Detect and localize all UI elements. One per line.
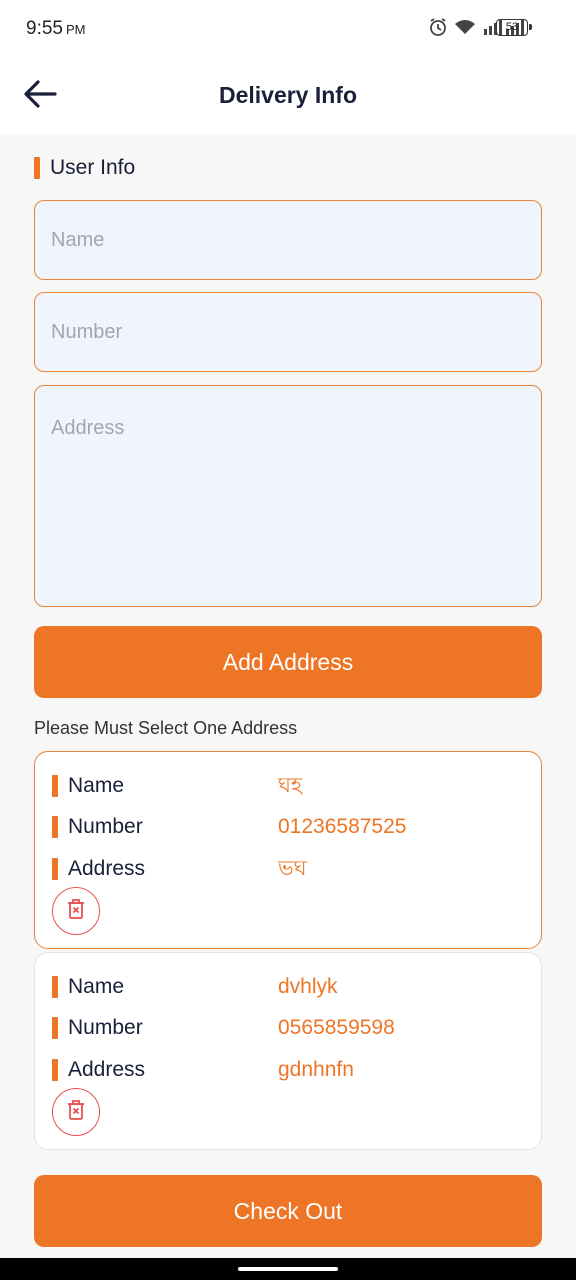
- address-value: ভঘ: [278, 856, 307, 880]
- address-address-row: Address gdnhnfn: [52, 1056, 354, 1084]
- address-address-row: Address ভঘ: [52, 855, 307, 883]
- row-marker: [52, 816, 58, 838]
- row-marker: [52, 976, 58, 998]
- address-number-row: Number 0565859598: [52, 1014, 395, 1042]
- row-marker: [52, 858, 58, 880]
- address-name-row: Name ঘহ: [52, 772, 302, 800]
- alarm-icon: [428, 17, 448, 37]
- row-marker: [52, 1059, 58, 1081]
- number-value: 0565859598: [278, 1016, 395, 1039]
- status-bar: 9:55 PM 53: [0, 0, 576, 58]
- address-card[interactable]: Name ঘহ Number 01236587525 Address ভঘ: [34, 751, 542, 949]
- trash-icon: [66, 1099, 86, 1126]
- name-label: Name: [68, 774, 125, 797]
- section-title: User Info: [50, 156, 136, 179]
- number-label: Number: [68, 1016, 143, 1039]
- home-indicator[interactable]: [238, 1267, 338, 1271]
- system-nav-bar: [0, 1258, 576, 1280]
- page-title: Delivery Info: [218, 82, 358, 108]
- name-value: ঘহ: [278, 773, 303, 797]
- section-marker: [34, 157, 40, 179]
- address-value: gdnhnfn: [278, 1058, 354, 1081]
- row-marker: [52, 1017, 58, 1039]
- trash-icon: [66, 898, 86, 925]
- row-marker: [52, 775, 58, 797]
- wifi-icon: [454, 18, 476, 36]
- name-label: Name: [68, 975, 125, 998]
- address-number-row: Number 01236587525: [52, 813, 406, 841]
- name-value: dvhlyk: [278, 975, 338, 998]
- add-address-button[interactable]: Add Address: [34, 626, 542, 698]
- status-time: 9:55 PM: [26, 18, 86, 39]
- address-label: Address: [68, 857, 146, 880]
- address-card[interactable]: Name dvhlyk Number 0565859598 Address gd…: [34, 952, 542, 1150]
- app-bar: Delivery Info: [0, 58, 576, 134]
- number-label: Number: [68, 815, 143, 838]
- name-field[interactable]: Name: [34, 200, 542, 280]
- address-name-row: Name dvhlyk: [52, 973, 338, 1001]
- address-label: Address: [68, 1058, 146, 1081]
- user-info-heading: User Info: [34, 156, 135, 180]
- checkout-button[interactable]: Check Out: [34, 1175, 542, 1247]
- delete-address-button[interactable]: [52, 887, 100, 935]
- number-field[interactable]: Number: [34, 292, 542, 372]
- battery-indicator: 53: [496, 19, 532, 36]
- address-field[interactable]: Address: [34, 385, 542, 607]
- select-address-notice: Please Must Select One Address: [34, 718, 298, 738]
- delete-address-button[interactable]: [52, 1088, 100, 1136]
- number-value: 01236587525: [278, 815, 407, 838]
